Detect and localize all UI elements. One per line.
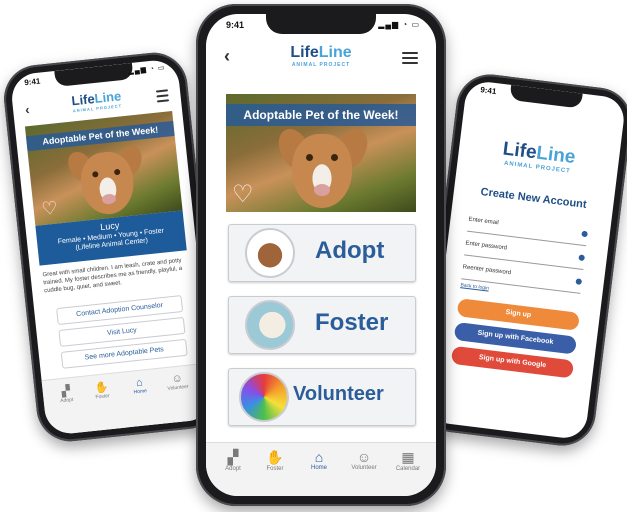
- calendar-icon: ▦: [401, 449, 415, 465]
- pet-banner: Adoptable Pet of the Week!: [25, 120, 175, 152]
- pet-banner: Adoptable Pet of the Week!: [226, 104, 416, 126]
- tab-foster[interactable]: ✋ Foster: [86, 379, 118, 401]
- volunteer-icon: ☺: [356, 449, 372, 465]
- adopt-button[interactable]: Adopt: [228, 224, 416, 282]
- logo: LifeLine ANIMAL PROJECT: [290, 44, 352, 68]
- center-phone: 9:41 ▂▄▆ ◔ ▭ ‹ LifeLine ANIMAL PROJECT A…: [196, 4, 446, 506]
- hands-avatar: [239, 372, 289, 422]
- tab-home[interactable]: ⌂ Home: [124, 375, 156, 396]
- back-icon[interactable]: ‹: [24, 102, 30, 117]
- heart-icon[interactable]: ♡: [41, 198, 59, 221]
- email-field[interactable]: Enter email: [467, 216, 588, 247]
- info-icon: [581, 230, 588, 238]
- tab-volunteer[interactable]: ☺ Volunteer: [342, 449, 386, 471]
- volunteer-label: Volunteer: [293, 383, 384, 405]
- hamburger-icon[interactable]: [155, 89, 170, 105]
- tab-volunteer[interactable]: ☺ Volunteer: [160, 371, 196, 392]
- password-field[interactable]: Enter password: [464, 240, 586, 271]
- pet-photo: Adoptable Pet of the Week! ♡: [24, 110, 183, 226]
- logo: LifeLine ANIMAL PROJECT: [70, 88, 123, 114]
- page-title: Create New Account: [479, 186, 588, 211]
- center-screen: 9:41 ▂▄▆ ◔ ▭ ‹ LifeLine ANIMAL PROJECT A…: [206, 14, 436, 496]
- left-tabbar: ▞ Adopt ✋ Foster ⌂ Home ☺ Volunteer: [41, 362, 215, 436]
- center-tabbar: ▞ Adopt ✋ Foster ⌂ Home ☺ Volunteer ▦ Calenda…: [206, 442, 436, 496]
- logo: LifeLine ANIMAL PROJECT: [501, 138, 577, 175]
- tab-adopt[interactable]: ▞ Adopt: [50, 383, 82, 405]
- back-icon[interactable]: ‹: [224, 46, 230, 67]
- status-time: 9:41: [479, 85, 497, 97]
- dog-avatar: [245, 228, 295, 278]
- hand-icon: ✋: [266, 449, 284, 465]
- right-phone: 9:41 LifeLine ANIMAL PROJECT Create New …: [416, 70, 627, 450]
- back-to-login-link[interactable]: Back to login: [460, 282, 489, 291]
- left-screen: 9:41 ▂▄▆ ◔ ▭ ‹ LifeLine ANIMAL PROJECT A…: [9, 58, 215, 436]
- right-screen: 9:41 LifeLine ANIMAL PROJECT Create New …: [425, 79, 627, 441]
- tab-home[interactable]: ⌂ Home: [300, 449, 338, 471]
- status-icons: ▂▄▆ ◔ ▭: [378, 20, 420, 29]
- volunteer-button[interactable]: Volunteer: [228, 368, 416, 426]
- home-icon: ⌂: [314, 449, 324, 465]
- foster-label: Foster: [315, 309, 389, 336]
- status-time: 9:41: [226, 20, 245, 30]
- foster-button[interactable]: Foster: [228, 296, 416, 354]
- tab-adopt[interactable]: ▞ Adopt: [214, 449, 252, 472]
- heart-icon[interactable]: ♡: [232, 180, 254, 209]
- info-icon: [575, 278, 583, 285]
- adopt-label: Adopt: [315, 237, 385, 264]
- left-phone: 9:41 ▂▄▆ ◔ ▭ ‹ LifeLine ANIMAL PROJECT A…: [0, 49, 224, 445]
- pet-photo: Adoptable Pet of the Week! ♡: [226, 94, 416, 212]
- tab-foster[interactable]: ✋ Foster: [256, 449, 294, 472]
- tab-calendar[interactable]: ▦ Calendar: [388, 449, 428, 472]
- info-icon: [578, 254, 586, 262]
- status-icons: ▂▄▆ ◔ ▭: [127, 64, 166, 76]
- status-time: 9:41: [23, 76, 41, 88]
- dog-icon: ▞: [227, 449, 239, 465]
- cat-avatar: [245, 300, 295, 350]
- hamburger-icon[interactable]: [402, 52, 418, 67]
